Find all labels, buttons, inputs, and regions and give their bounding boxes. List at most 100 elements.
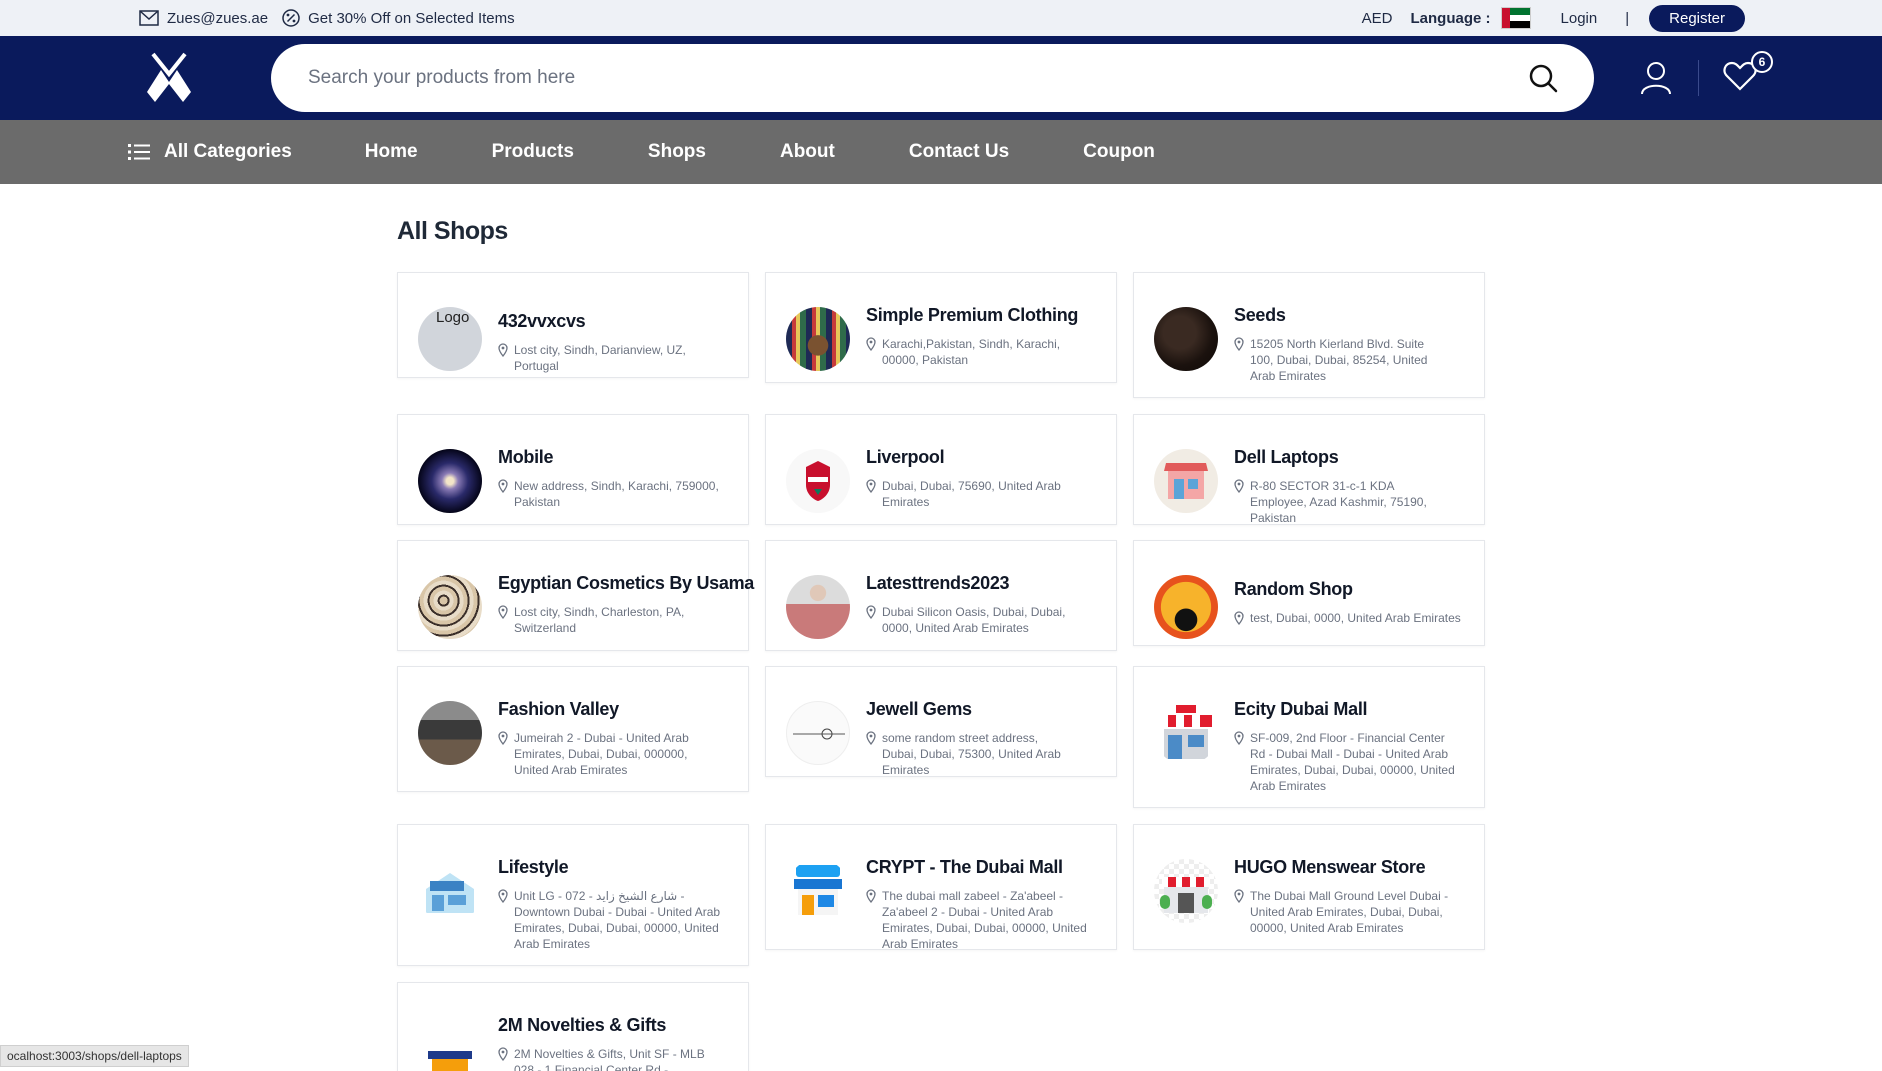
- login-link[interactable]: Login: [1561, 10, 1598, 27]
- mail-icon: [139, 10, 159, 26]
- shop-name: Lifestyle: [498, 857, 569, 877]
- promo-text: Get 30% Off on Selected Items: [308, 9, 515, 27]
- shop-name: 432vvxcvs: [498, 311, 586, 331]
- shop-address: New address, Sindh, Karachi, 759000, Pak…: [514, 479, 719, 509]
- location-pin-icon: [498, 479, 508, 493]
- shop-card[interactable]: Latesttrends2023 Dubai Silicon Oasis, Du…: [765, 540, 1117, 651]
- shop-address: SF-009, 2nd Floor - Financial Center Rd …: [1250, 731, 1455, 793]
- shop-name: HUGO Menswear Store: [1234, 857, 1426, 877]
- location-pin-icon: [498, 343, 508, 357]
- shop-name: Egyptian Cosmetics By Usama: [498, 573, 754, 593]
- shop-address: The Dubai Mall Ground Level Dubai - Unit…: [1250, 889, 1449, 935]
- shop-card[interactable]: Simple Premium Clothing Karachi,Pakistan…: [765, 272, 1117, 383]
- location-pin-icon: [866, 479, 876, 493]
- search-input[interactable]: [308, 67, 1408, 89]
- seeds-image: [1154, 307, 1218, 371]
- shop-card[interactable]: Seeds 15205 North Kierland Blvd. Suite 1…: [1133, 272, 1485, 398]
- shop-card[interactable]: CRYPT - The Dubai Mall The dubai mall za…: [765, 824, 1117, 951]
- shop-name: Latesttrends2023: [866, 573, 1010, 593]
- wishlist-button[interactable]: 6: [1723, 50, 1773, 96]
- nav-about[interactable]: About: [780, 141, 835, 163]
- shop-address: The dubai mall zabeel - Za'abeel - Za'ab…: [882, 889, 1087, 951]
- discount-icon: [282, 9, 300, 27]
- shop-name: CRYPT - The Dubai Mall: [866, 857, 1063, 877]
- random-shop-image: [1154, 575, 1218, 639]
- currency-selector[interactable]: AED: [1362, 10, 1393, 27]
- nav-home[interactable]: Home: [365, 141, 418, 163]
- storefront-icon: [1154, 449, 1218, 513]
- location-pin-icon: [498, 605, 508, 619]
- email-contact[interactable]: Zues@zues.ae: [139, 10, 268, 27]
- shop-card[interactable]: HUGO Menswear Store The Dubai Mall Groun…: [1133, 824, 1485, 950]
- shop-address: Unit LG - 072 - شارع الشيخ زايد - Downto…: [514, 889, 721, 951]
- shop-name: Jewell Gems: [866, 699, 972, 719]
- shop-card[interactable]: 2M Novelties & Gifts 2M Novelties & Gift…: [397, 982, 749, 1071]
- uae-flag-icon[interactable]: [1500, 7, 1531, 29]
- main-nav: All Categories Home Products Shops About…: [0, 120, 1882, 184]
- all-categories-button[interactable]: All Categories: [128, 141, 292, 163]
- location-pin-icon: [866, 731, 876, 745]
- email-text: Zues@zues.ae: [167, 9, 269, 27]
- register-button[interactable]: Register: [1649, 4, 1745, 32]
- cosmetics-image: [418, 575, 482, 639]
- nav-products[interactable]: Products: [492, 141, 574, 163]
- nav-coupon[interactable]: Coupon: [1083, 141, 1155, 163]
- shop-address: test, Dubai, 0000, United Arab Emirates: [1250, 611, 1461, 625]
- location-pin-icon: [498, 1047, 508, 1061]
- shop-address: 2M Novelties & Gifts, Unit SF - MLB 028 …: [514, 1047, 705, 1071]
- location-pin-icon: [1234, 889, 1244, 903]
- shop-card[interactable]: Random Shop test, Dubai, 0000, United Ar…: [1133, 540, 1485, 646]
- shop-card[interactable]: Fashion Valley Jumeirah 2 - Dubai - Unit…: [397, 666, 749, 792]
- shop-card[interactable]: Lifestyle Unit LG - 072 - شارع الشيخ زاي…: [397, 824, 749, 966]
- location-pin-icon: [498, 731, 508, 745]
- shop-address: Dubai Silicon Oasis, Dubai, Dubai, 0000,…: [882, 605, 1066, 635]
- location-pin-icon: [498, 889, 508, 903]
- search-bar: [271, 44, 1594, 112]
- search-icon[interactable]: [1528, 63, 1558, 93]
- liverpool-crest-icon: [786, 449, 850, 513]
- location-pin-icon: [866, 337, 876, 351]
- brand-logo[interactable]: [139, 48, 199, 108]
- shop-name: Simple Premium Clothing: [866, 305, 1079, 325]
- shop-card[interactable]: Egyptian Cosmetics By Usama Lost city, S…: [397, 540, 754, 651]
- storefront-green-icon: [1154, 859, 1218, 923]
- location-pin-icon: [1234, 731, 1244, 745]
- location-pin-icon: [866, 605, 876, 619]
- avatar-alt-text: Logo: [436, 309, 470, 326]
- shop-card[interactable]: Logo 432vvxcvs Lost city, Sindh, Darianv…: [397, 272, 749, 378]
- nav-contact-us[interactable]: Contact Us: [909, 141, 1009, 163]
- galaxy-image: [418, 449, 482, 513]
- nav-shops[interactable]: Shops: [648, 141, 706, 163]
- shop-card[interactable]: Mobile New address, Sindh, Karachi, 7590…: [397, 414, 749, 525]
- location-pin-icon: [866, 889, 876, 903]
- top-bar: Zues@zues.ae Get 30% Off on Selected Ite…: [0, 0, 1882, 36]
- separator: |: [1625, 9, 1630, 27]
- shop-address: Karachi,Pakistan, Sindh, Karachi, 00000,…: [882, 337, 1061, 367]
- store-building-icon: [418, 859, 482, 923]
- shop-name: Random Shop: [1234, 579, 1353, 599]
- model-photo: [786, 575, 850, 639]
- shop-address: R-80 SECTOR 31-c-1 KDA Employee, Azad Ka…: [1250, 479, 1427, 525]
- shop-card[interactable]: Ecity Dubai Mall SF-009, 2nd Floor - Fin…: [1133, 666, 1485, 808]
- main-header: 6: [0, 36, 1882, 120]
- main-content: All Shops Logo 432vvxcvs Lost city, Sind…: [0, 184, 1882, 1071]
- page-title: All Shops: [397, 217, 508, 245]
- shop-address: Lost city, Sindh, Charleston, PA, Switze…: [514, 605, 685, 635]
- all-categories-label: All Categories: [164, 141, 292, 162]
- shop-name: Mobile: [498, 447, 554, 467]
- user-icon[interactable]: [1640, 61, 1672, 95]
- shop-card[interactable]: Dell Laptops R-80 SECTOR 31-c-1 KDA Empl…: [1133, 414, 1485, 525]
- shop-awning-icon: [1154, 701, 1218, 765]
- shop-name: Fashion Valley: [498, 699, 619, 719]
- shop-address: Lost city, Sindh, Darianview, UZ, Portug…: [514, 343, 686, 373]
- shop-address: some random street address, Dubai, Dubai…: [882, 731, 1061, 777]
- shop-name: Liverpool: [866, 447, 945, 467]
- shop-avatar-placeholder: Logo: [418, 307, 482, 371]
- clothing-store-image: [786, 307, 850, 371]
- shop-name: Seeds: [1234, 305, 1286, 325]
- shop-card[interactable]: Liverpool Dubai, Dubai, 75690, United Ar…: [765, 414, 1117, 525]
- jewellery-logo: [786, 701, 850, 765]
- shop-card[interactable]: Jewell Gems some random street address, …: [765, 666, 1117, 777]
- location-pin-icon: [1234, 337, 1244, 351]
- language-label: Language :: [1410, 9, 1491, 27]
